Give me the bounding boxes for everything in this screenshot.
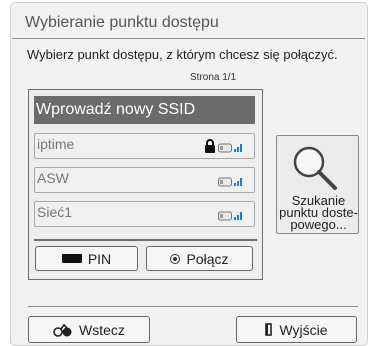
search-button-label: Szukanie punktu doste- powego... [279, 193, 358, 232]
wifi-signal-icon [218, 211, 242, 221]
lock-icon [205, 139, 215, 153]
ok-button-icon [170, 253, 181, 264]
black-key-icon [61, 254, 82, 263]
network-item-asw[interactable]: ASW [34, 167, 255, 193]
back-button-label: Wstecz [79, 321, 125, 338]
pin-button[interactable]: PIN [35, 246, 138, 271]
network-item-iptime[interactable]: iptime [34, 133, 255, 159]
magnifier-icon [293, 146, 337, 190]
pin-button-label: PIN [87, 250, 112, 267]
instruction-text: Wybierz punkt dostępu, z którym chcesz s… [27, 47, 338, 62]
back-button[interactable]: Wstecz [28, 316, 150, 343]
network-name: Sieć1 [37, 204, 73, 220]
list-divider [34, 239, 257, 241]
connect-button[interactable]: Połącz [146, 246, 253, 271]
network-item-siec1[interactable]: Sieć1 [34, 201, 255, 227]
connect-button-label: Połącz [186, 250, 229, 267]
page-indicator: Strona 1/1 [190, 72, 237, 83]
network-name: iptime [37, 136, 75, 152]
enter-new-ssid-item[interactable]: Wprowadź nowy SSID [34, 96, 255, 124]
dialog-title: Wybieranie punktu dostępu [25, 14, 219, 31]
access-point-list: Wprowadź nowy SSID iptime ASW Sieć1 PIN … [28, 89, 263, 280]
footer-divider [28, 306, 358, 307]
exit-button-label: Wyjście [279, 321, 328, 338]
wifi-signal-icon [218, 177, 242, 187]
dialog-titlebar: Wybieranie punktu dostępu [12, 4, 365, 39]
return-icon [53, 323, 72, 337]
search-access-point-button[interactable]: Szukanie punktu doste- powego... [276, 135, 359, 234]
wifi-signal-icon [218, 143, 242, 153]
exit-button[interactable]: Wyjście [236, 316, 357, 343]
exit-icon [265, 323, 273, 336]
network-name: ASW [37, 170, 69, 186]
